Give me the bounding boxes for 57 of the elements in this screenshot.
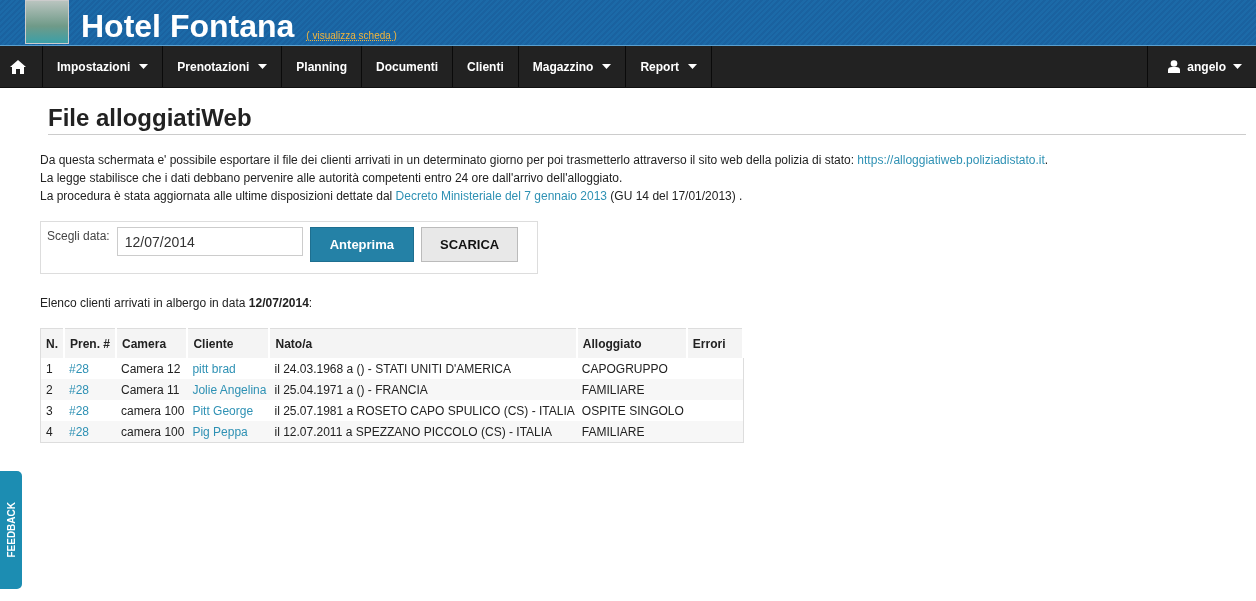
list-caption: Elenco clienti arrivati in albergo in data 12/07/2014: [40, 296, 314, 310]
caret-icon [1233, 64, 1242, 69]
table-cell: FAMILIARE [576, 421, 687, 443]
table-cell: il 12.07.2011 a SPEZZANO PICCOLO (CS) - ITALIA [269, 421, 577, 443]
text-link[interactable]: Decreto Ministeriale del 7 gennaio 2013 [395, 189, 608, 203]
column-header: Nato/a [269, 328, 577, 358]
feedback-tab[interactable]: FEEDBACK [0, 471, 22, 589]
caret-icon [258, 64, 268, 69]
download-button[interactable]: SCARICA [421, 227, 519, 262]
table-cell: FAMILIARE [576, 379, 687, 400]
preview-button[interactable]: Anteprima [309, 227, 414, 262]
nav-menu-item[interactable]: Magazzino [518, 46, 627, 87]
table-cell: 4 [40, 421, 64, 443]
caret-icon [688, 64, 698, 69]
text-link[interactable]: https://alloggiatiweb.poliziadistato.it [857, 153, 1045, 167]
table-cell: il 24.03.1968 a () - STATI UNITI D'AMERICA [269, 358, 577, 379]
date-field[interactable]: 12/07/2014 [116, 227, 303, 256]
column-header: Camera [116, 328, 188, 358]
table-cell: 3 [40, 400, 64, 421]
table-cell: Camera 12 [116, 358, 188, 379]
booking-link[interactable]: #28 [69, 404, 90, 418]
table-cell: camera 100 [116, 400, 188, 421]
column-header: Errori [686, 328, 744, 358]
intro-text: La procedura è stata aggiornata alle ultime disposizioni dettate dal Decreto Ministeriale del 7 gennaio 2013 (GU 14 del 17/01/2013) . [40, 188, 744, 205]
table-cell: il 25.04.1971 a () - FRANCIA [269, 379, 577, 400]
table-cell: OSPITE SINGOLO [576, 400, 687, 421]
column-header: N. [40, 328, 64, 358]
caret-icon [139, 64, 149, 69]
booking-link[interactable]: #28 [69, 362, 90, 376]
table-cell: il 25.07.1981 a ROSETO CAPO SPULICO (CS) - ITALIA [269, 400, 577, 421]
nav-menu-item[interactable]: Clienti [453, 46, 519, 87]
nav-menu-item[interactable]: Impostazioni [43, 46, 164, 87]
hotel-title: Hotel Fontana [81, 8, 295, 45]
column-header: Pren. # [64, 328, 117, 358]
nav-menu-item[interactable]: Prenotazioni [163, 46, 283, 87]
table-cell: 2 [40, 379, 64, 400]
nav-menu-item[interactable]: Planning [282, 46, 363, 87]
details-link[interactable]: ( visualizza scheda ) [306, 30, 397, 45]
user-icon [1168, 60, 1181, 73]
table-cell: camera 100 [116, 421, 188, 443]
page-title: File alloggiatiWeb [48, 104, 1246, 135]
date-label: Scegli data: [47, 229, 110, 243]
intro-text: Da questa schermata e' possibile esportare il file dei clienti arrivati in un determinato giorno per poi trasmetterlo attraverso il sito web della polizia di stato: https://alloggiatiweb.poliziadistato.it. [40, 152, 1050, 169]
caret-icon [602, 64, 612, 69]
client-link[interactable]: pitt brad [192, 362, 236, 376]
intro-text: La legge stabilisce che i dati debbano pervenire alle autorità competenti entro 24 ore dall'arrivo dell'alloggiato. [40, 170, 624, 187]
nav-menu-item[interactable]: Report [626, 46, 713, 87]
nav-menu-item[interactable]: Documenti [362, 46, 454, 87]
user-menu[interactable]: angelo [1147, 46, 1256, 87]
table-cell: CAPOGRUPPO [576, 358, 687, 379]
client-link[interactable]: Pitt George [192, 404, 254, 418]
table-cell: Camera 11 [116, 379, 188, 400]
column-header: Alloggiato [576, 328, 687, 358]
table-cell: 1 [40, 358, 64, 379]
home-icon [10, 59, 26, 74]
column-header: Cliente [187, 328, 270, 358]
photo-placeholder [25, 0, 69, 44]
